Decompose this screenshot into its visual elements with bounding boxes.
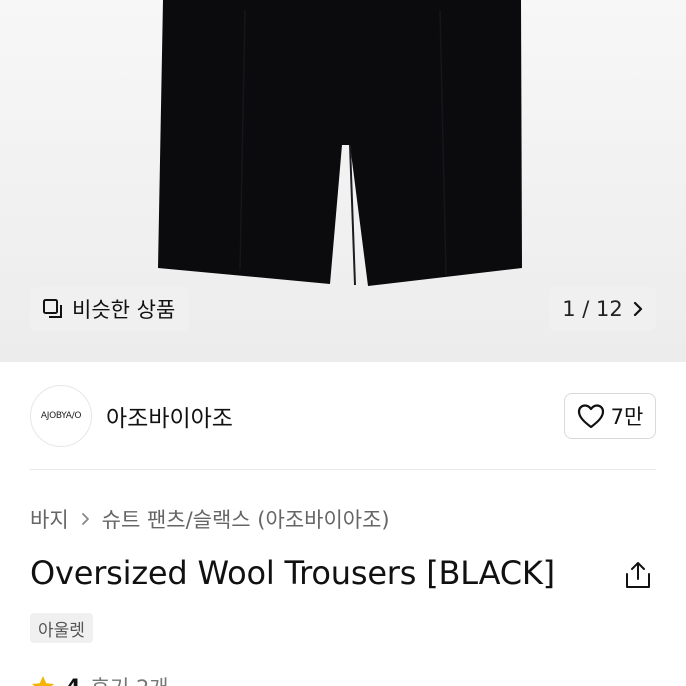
rating-score: 4 — [66, 675, 81, 686]
chevron-right-icon — [81, 512, 90, 526]
image-counter-text: 1 / 12 — [562, 297, 623, 321]
review-count: 후기 2개 — [91, 672, 169, 686]
star-icon — [32, 676, 54, 686]
image-counter[interactable]: 1 / 12 — [549, 287, 656, 331]
store-info: AJOBYA/O 아조바이아조 7만 — [30, 384, 656, 448]
share-icon[interactable] — [624, 560, 652, 590]
like-button[interactable]: 7만 — [564, 393, 656, 439]
outlet-badge: 아울렛 — [30, 613, 93, 643]
section-divider — [30, 469, 656, 470]
heart-icon — [577, 404, 604, 429]
store-logo-text: AJOBYA/O — [40, 411, 82, 421]
product-title: Oversized Wool Trousers [BLACK] — [30, 554, 555, 592]
chevron-right-icon — [633, 301, 642, 317]
product-image-gallery[interactable]: 비슷한 상품 1 / 12 — [0, 0, 686, 362]
store-logo[interactable]: AJOBYA/O — [30, 385, 92, 447]
copy-icon — [43, 299, 62, 318]
rating-summary[interactable]: 4 후기 2개 — [30, 672, 169, 686]
similar-items-label: 비슷한 상품 — [72, 298, 176, 322]
similar-items-button[interactable]: 비슷한 상품 — [30, 287, 190, 331]
like-count: 7만 — [610, 405, 644, 429]
breadcrumb: 바지 슈트 팬츠/슬랙스 (아조바이아조) — [30, 504, 390, 534]
breadcrumb-category[interactable]: 바지 — [30, 504, 69, 534]
breadcrumb-subcategory[interactable]: 슈트 팬츠/슬랙스 (아조바이아조) — [102, 504, 390, 534]
store-name[interactable]: 아조바이아조 — [106, 399, 233, 433]
